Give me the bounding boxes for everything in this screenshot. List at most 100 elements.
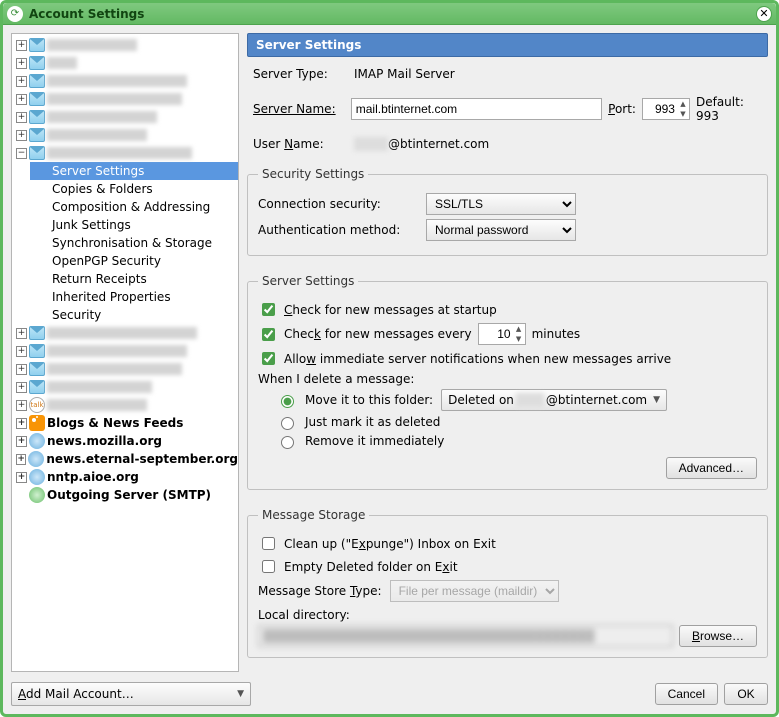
local-dir-label: Local directory:	[258, 608, 757, 622]
check-interval-checkbox[interactable]	[262, 328, 275, 341]
security-settings-group: Security Settings Connection security: S…	[247, 167, 768, 256]
globe-icon	[29, 433, 45, 449]
panel-header: Server Settings	[247, 33, 768, 57]
mark-deleted-label: Just mark it as deleted	[305, 415, 440, 429]
mail-icon	[29, 92, 45, 106]
dialog-footer: Add Mail Account… ▼ Cancel OK	[11, 678, 768, 706]
mail-icon	[29, 128, 45, 142]
remove-immediate-radio[interactable]	[281, 436, 294, 449]
app-icon: ⟳	[7, 6, 23, 22]
close-icon[interactable]: ✕	[756, 6, 772, 22]
tree-account[interactable]: +talk	[12, 396, 238, 414]
check-startup-checkbox[interactable]	[262, 303, 275, 316]
tree-account[interactable]: +	[12, 36, 238, 54]
tree-news-aioe[interactable]: +nntp.aioe.org	[12, 468, 238, 486]
store-type-label: Message Store Type:	[258, 584, 382, 598]
server-name-label: Server Name:	[253, 102, 345, 116]
add-account-dropdown[interactable]: Add Mail Account… ▼	[11, 682, 251, 706]
conn-sec-select[interactable]: SSL/TLS	[426, 193, 576, 215]
globe-icon	[28, 451, 44, 467]
empty-deleted-checkbox[interactable]	[262, 560, 275, 573]
tree-smtp[interactable]: Outgoing Server (SMTP)	[12, 486, 238, 504]
spin-down-icon[interactable]: ▼	[677, 109, 689, 119]
server-name-input[interactable]	[351, 98, 602, 120]
expunge-checkbox[interactable]	[262, 537, 275, 550]
port-spinner[interactable]: ▲▼	[642, 98, 690, 120]
mail-icon	[29, 38, 45, 52]
tree-openpgp[interactable]: OpenPGP Security	[30, 252, 238, 270]
cancel-button[interactable]: Cancel	[655, 683, 718, 705]
tree-copies-folders[interactable]: Copies & Folders	[30, 180, 238, 198]
mail-icon	[29, 380, 45, 394]
outgoing-icon	[29, 487, 45, 503]
auth-method-label: Authentication method:	[258, 223, 418, 237]
move-folder-radio[interactable]	[281, 395, 294, 408]
tree-blogs[interactable]: +Blogs & News Feeds	[12, 414, 238, 432]
server-type-value: IMAP Mail Server	[354, 67, 455, 81]
allow-notify-checkbox[interactable]	[262, 352, 275, 365]
conn-sec-label: Connection security:	[258, 197, 418, 211]
user-name-input[interactable]: @btinternet.com	[354, 137, 614, 151]
server-legend: Server Settings	[258, 274, 358, 288]
message-storage-group: Message Storage Clean up ("Expunge") Inb…	[247, 508, 768, 658]
store-type-select: File per message (maildir)	[390, 580, 559, 602]
move-folder-label: Move it to this folder:	[305, 393, 433, 407]
talk-icon: talk	[29, 397, 45, 413]
user-name-label: User Name:	[253, 137, 348, 151]
account-tree[interactable]: + + + + + + − Server Settings Copies & F…	[11, 33, 239, 672]
rss-icon	[29, 415, 45, 431]
tree-receipts[interactable]: Return Receipts	[30, 270, 238, 288]
check-interval-label: Check for new messages every	[284, 327, 472, 341]
tree-account[interactable]: +	[12, 108, 238, 126]
server-type-label: Server Type:	[253, 67, 348, 81]
chevron-down-icon: ▼	[653, 395, 660, 405]
port-input[interactable]	[643, 102, 677, 116]
mail-icon	[29, 326, 45, 340]
tree-inherited[interactable]: Inherited Properties	[30, 288, 238, 306]
mail-icon	[29, 344, 45, 358]
tree-account-expanded[interactable]: −	[12, 144, 238, 162]
local-dir-input[interactable]	[258, 625, 673, 647]
expunge-label: Clean up ("Expunge") Inbox on Exit	[284, 537, 496, 551]
tree-account[interactable]: +	[12, 90, 238, 108]
port-default: Default: 993	[696, 95, 768, 123]
empty-deleted-label: Empty Deleted folder on Exit	[284, 560, 458, 574]
tree-account[interactable]: +	[12, 126, 238, 144]
storage-legend: Message Storage	[258, 508, 369, 522]
tree-news-mozilla[interactable]: +news.mozilla.org	[12, 432, 238, 450]
tree-account[interactable]: +	[12, 72, 238, 90]
tree-account[interactable]: +	[12, 378, 238, 396]
tree-account[interactable]: +	[12, 324, 238, 342]
browse-button[interactable]: Browse…	[679, 625, 757, 647]
security-legend: Security Settings	[258, 167, 368, 181]
tree-server-settings[interactable]: Server Settings	[30, 162, 238, 180]
port-label: Port:	[608, 102, 636, 116]
tree-news-eternal[interactable]: +news.eternal-september.org	[12, 450, 238, 468]
remove-immediate-label: Remove it immediately	[305, 434, 444, 448]
tree-junk[interactable]: Junk Settings	[30, 216, 238, 234]
interval-input[interactable]	[479, 327, 513, 341]
advanced-button[interactable]: Advanced…	[666, 457, 757, 479]
deleted-folder-select[interactable]: Deleted on @btinternet.com ▼	[441, 389, 667, 411]
interval-spinner[interactable]: ▲▼	[478, 323, 526, 345]
mail-icon	[29, 74, 45, 88]
auth-method-select[interactable]: Normal password	[426, 219, 576, 241]
window-title: Account Settings	[29, 7, 144, 21]
spin-up-icon[interactable]: ▲	[513, 324, 525, 334]
settings-panel: Server Settings Server Type: IMAP Mail S…	[247, 33, 768, 672]
ok-button[interactable]: OK	[724, 683, 768, 705]
tree-sync[interactable]: Synchronisation & Storage	[30, 234, 238, 252]
tree-security[interactable]: Security	[30, 306, 238, 324]
mail-icon	[29, 146, 45, 160]
mark-deleted-radio[interactable]	[281, 417, 294, 430]
check-startup-label: Check for new messages at startup	[284, 303, 497, 317]
tree-account[interactable]: +	[12, 342, 238, 360]
spin-up-icon[interactable]: ▲	[677, 99, 689, 109]
tree-account[interactable]: +	[12, 360, 238, 378]
spin-down-icon[interactable]: ▼	[513, 334, 525, 344]
tree-composition[interactable]: Composition & Addressing	[30, 198, 238, 216]
mail-icon	[29, 362, 45, 376]
mail-icon	[29, 110, 45, 124]
mail-icon	[29, 56, 45, 70]
tree-account[interactable]: +	[12, 54, 238, 72]
